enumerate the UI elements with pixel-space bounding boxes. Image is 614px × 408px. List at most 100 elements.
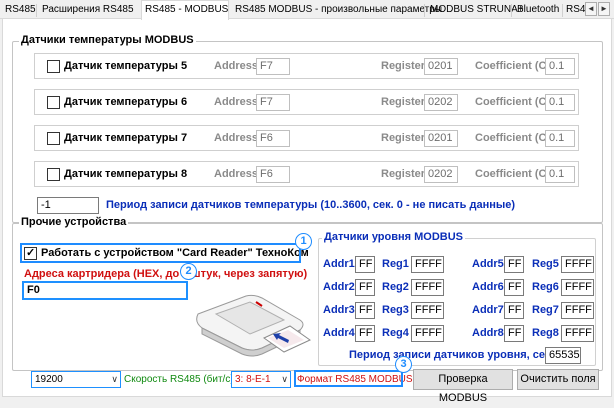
level-addr3-field[interactable]: FF xyxy=(355,302,375,319)
tab-rs485[interactable]: RS485 xyxy=(2,3,39,19)
rs485-format-select[interactable]: 3: 8-E-1 ∨ xyxy=(231,371,291,388)
level-sensors-title: Датчики уровня MODBUS xyxy=(322,231,465,243)
level-addr5-label: Addr5 xyxy=(472,258,504,270)
format-highlight xyxy=(294,370,403,387)
clear-fields-button[interactable]: Очистить поля xyxy=(517,369,599,390)
other-devices-title: Прочие устройства xyxy=(19,216,129,228)
callout-badge-1: 1 xyxy=(295,233,312,250)
temp-sensor-7-coef-field[interactable]: 0.1 xyxy=(545,130,575,147)
temp-sensor-7-address-field[interactable]: F6 xyxy=(256,130,290,147)
address-label: Address xyxy=(214,60,259,72)
level-addr1-field[interactable]: FF xyxy=(355,256,375,273)
tab-bluetooth[interactable]: Bluetooth xyxy=(514,3,562,19)
temp-sensor-6-address-field[interactable]: F7 xyxy=(256,94,290,111)
chevron-down-icon: ∨ xyxy=(111,374,118,384)
card-reader-image xyxy=(196,294,311,357)
temp-sensor-row-7: Датчик температуры 7 Address F6 Register… xyxy=(34,125,579,151)
temp-sensor-5-register-field[interactable]: 0201 xyxy=(424,58,458,75)
other-devices-group: Прочие устройства Работать с устройством… xyxy=(12,216,603,371)
level-reg7-field[interactable]: FFFF xyxy=(561,302,594,319)
level-addr2-label: Addr2 xyxy=(323,281,355,293)
level-reg1-field[interactable]: FFFF xyxy=(411,256,444,273)
tab-rs485-modbus[interactable]: RS485 - MODBUS xyxy=(141,0,229,20)
temp-sensor-5-label: Датчик температуры 5 xyxy=(64,60,188,72)
tab-scroll-left-icon[interactable]: ◄ xyxy=(585,2,597,16)
level-addr8-field[interactable]: FF xyxy=(504,325,524,342)
level-reg3-label: Reg3 xyxy=(382,304,409,316)
register-label: Register xyxy=(381,96,426,108)
temp-sensor-8-checkbox[interactable] xyxy=(47,168,60,181)
address-label: Address xyxy=(214,96,259,108)
level-addr6-label: Addr6 xyxy=(472,281,504,293)
level-reg4-label: Reg4 xyxy=(382,327,409,339)
level-addr7-field[interactable]: FF xyxy=(504,302,524,319)
level-addr5-field[interactable]: FF xyxy=(504,256,524,273)
temp-sensor-7-checkbox[interactable] xyxy=(47,132,60,145)
level-sensors-group: Датчики уровня MODBUS Addr1 FF Reg1 FFFF… xyxy=(318,231,596,366)
tab-separator xyxy=(36,4,37,17)
level-addr4-field[interactable]: FF xyxy=(355,325,375,342)
temp-sensor-8-register-field[interactable]: 0202 xyxy=(424,166,458,183)
rs485-speed-value: 19200 xyxy=(35,374,63,385)
temp-sensor-5-coef-field[interactable]: 0.1 xyxy=(545,58,575,75)
level-reg3-field[interactable]: FFFF xyxy=(411,302,444,319)
temp-period-label: Период записи датчиков температуры (10..… xyxy=(106,199,516,211)
address-label: Address xyxy=(214,168,259,180)
temp-sensor-8-coef-field[interactable]: 0.1 xyxy=(545,166,575,183)
temp-sensor-8-label: Датчик температуры 8 xyxy=(64,168,188,180)
level-reg2-field[interactable]: FFFF xyxy=(411,279,444,296)
card-reader-addresses-input[interactable]: F0 xyxy=(22,281,188,300)
temp-sensor-7-label: Датчик температуры 7 xyxy=(64,132,188,144)
level-reg8-field[interactable]: FFFF xyxy=(561,325,594,342)
tab-rs485-modbus-custom[interactable]: RS485 MODBUS - произвольные параметры xyxy=(232,3,445,19)
temp-sensor-5-checkbox[interactable] xyxy=(47,60,60,73)
level-addr3-label: Addr3 xyxy=(323,304,355,316)
temperature-group-title: Датчики температуры MODBUS xyxy=(19,34,196,46)
card-reader-addresses-label: Адреса картридера (HEX, до 8 штук, через… xyxy=(24,268,308,280)
temp-sensor-6-checkbox[interactable] xyxy=(47,96,60,109)
level-addr6-field[interactable]: FF xyxy=(504,279,524,296)
level-reg5-field[interactable]: FFFF xyxy=(561,256,594,273)
level-addr4-label: Addr4 xyxy=(323,327,355,339)
register-label: Register xyxy=(381,60,426,72)
address-label: Address xyxy=(214,132,259,144)
card-reader-highlight xyxy=(20,243,301,263)
temp-sensor-6-coef-field[interactable]: 0.1 xyxy=(545,94,575,111)
temp-sensor-row-5: Датчик температуры 5 Address F7 Register… xyxy=(34,53,579,79)
temp-sensor-row-8: Датчик температуры 8 Address F6 Register… xyxy=(34,161,579,187)
level-reg1-label: Reg1 xyxy=(382,258,409,270)
tab-rs485-more[interactable]: RS4! xyxy=(565,3,586,19)
level-period-field[interactable]: 65535 xyxy=(545,347,581,364)
temp-sensor-7-register-field[interactable]: 0201 xyxy=(424,130,458,147)
rs485-speed-select[interactable]: 19200 ∨ xyxy=(31,371,121,388)
tab-panel: Датчики температуры MODBUS Датчик темпер… xyxy=(2,19,612,404)
tab-scroll-right-icon[interactable]: ► xyxy=(598,2,610,16)
check-modbus-button[interactable]: Проверка MODBUS xyxy=(413,369,513,404)
level-addr2-field[interactable]: FF xyxy=(355,279,375,296)
level-reg7-label: Reg7 xyxy=(532,304,559,316)
level-addr7-label: Addr7 xyxy=(472,304,504,316)
level-reg4-field[interactable]: FFFF xyxy=(411,325,444,342)
tab-separator xyxy=(511,4,512,17)
level-reg2-label: Reg2 xyxy=(382,281,409,293)
temp-sensor-8-address-field[interactable]: F6 xyxy=(256,166,290,183)
level-reg5-label: Reg5 xyxy=(532,258,559,270)
temperature-sensors-group: Датчики температуры MODBUS Датчик темпер… xyxy=(12,34,603,223)
temp-sensor-6-register-field[interactable]: 0202 xyxy=(424,94,458,111)
tab-rs485-extensions[interactable]: Расширения RS485 xyxy=(39,3,137,19)
level-reg6-label: Reg6 xyxy=(532,281,559,293)
register-label: Register xyxy=(381,168,426,180)
temp-sensor-5-address-field[interactable]: F7 xyxy=(256,58,290,75)
level-addr1-label: Addr1 xyxy=(323,258,355,270)
level-reg6-field[interactable]: FFFF xyxy=(561,279,594,296)
level-period-label: Период записи датчиков уровня, сек xyxy=(349,349,551,361)
callout-badge-2: 2 xyxy=(180,263,197,280)
rs485-format-value: 3: 8-E-1 xyxy=(235,374,271,385)
tab-strip: RS485 Расширения RS485 RS485 - MODBUS RS… xyxy=(0,0,614,20)
temp-period-field[interactable]: -1 xyxy=(37,197,99,214)
chevron-down-icon: ∨ xyxy=(281,374,288,384)
tab-separator xyxy=(424,4,425,17)
callout-badge-3: 3 xyxy=(395,356,412,373)
register-label: Register xyxy=(381,132,426,144)
level-addr8-label: Addr8 xyxy=(472,327,504,339)
